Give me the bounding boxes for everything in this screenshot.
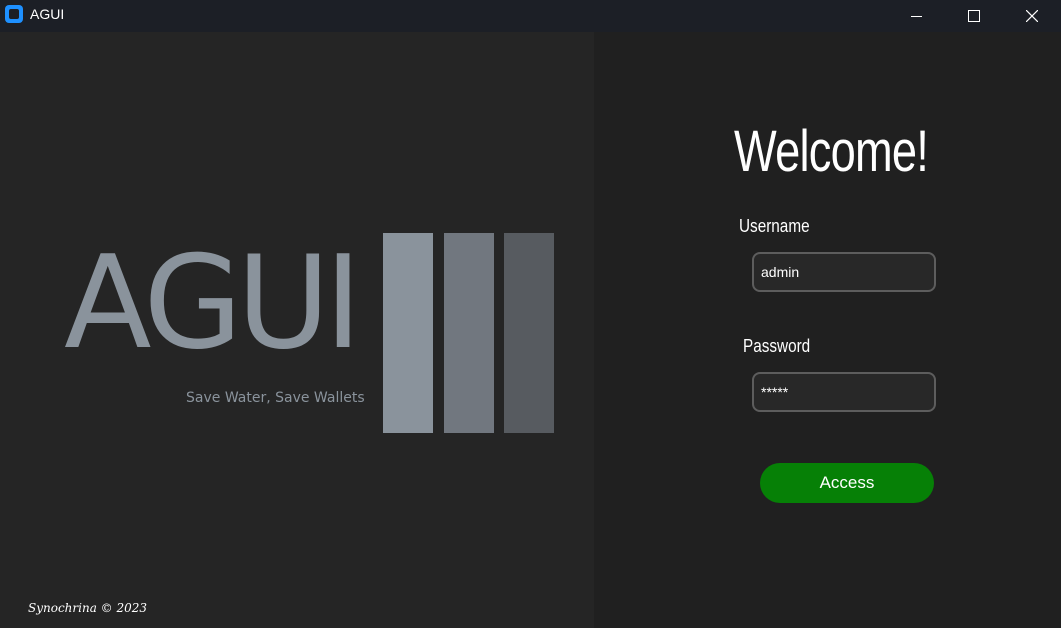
close-icon (1026, 10, 1038, 22)
access-button[interactable]: Access (760, 463, 934, 503)
app-window: AGUI AGUI Save Water, Save Wallets Synoc… (0, 0, 1061, 628)
title-bar[interactable]: AGUI (0, 0, 1061, 32)
username-input[interactable] (752, 252, 936, 292)
username-label: Username (739, 216, 810, 236)
logo-bar-3 (504, 233, 554, 433)
tagline: Save Water, Save Wallets (186, 390, 365, 406)
copyright-text: Synochrina © 2023 (28, 601, 148, 615)
password-input[interactable] (752, 372, 936, 412)
minimize-button[interactable] (887, 0, 945, 32)
window-title: AGUI (30, 6, 65, 22)
minimize-icon (910, 15, 922, 17)
maximize-icon (968, 10, 980, 22)
welcome-heading: Welcome! (734, 119, 929, 184)
app-icon (5, 5, 23, 23)
password-label: Password (743, 336, 811, 356)
logo-bar-2 (444, 233, 494, 433)
logo-bar-1 (383, 233, 433, 433)
close-button[interactable] (1003, 0, 1061, 32)
maximize-button[interactable] (945, 0, 1003, 32)
logo-text: AGUI (64, 229, 362, 378)
